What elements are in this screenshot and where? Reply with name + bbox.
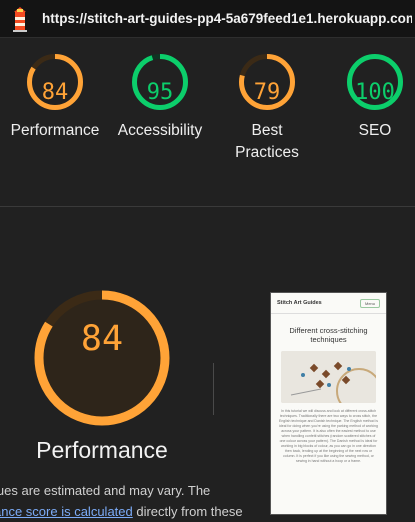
screenshot-image <box>281 351 376 403</box>
gauge-label: Accessibility <box>117 122 203 139</box>
description-line: lues are estimated and may vary. The <box>0 483 211 498</box>
report-header: https://stitch-art-guides-pp4-5a679feed1… <box>0 0 415 38</box>
category-gauges: 84 Performance 95 Accessibility 79 Best … <box>0 38 415 206</box>
gauge-accessibility[interactable]: 95 Accessibility <box>105 52 215 142</box>
performance-description: lues are estimated and may vary. The anc… <box>0 481 262 522</box>
gauge-score: 79 <box>253 80 281 105</box>
gauge-score: 95 <box>146 80 174 105</box>
description-text: directly from these <box>132 504 243 519</box>
gauge-score: 84 <box>41 80 69 105</box>
screenshot-body: In this tutorial we will discuss and loo… <box>279 409 378 463</box>
performance-title: Performance <box>36 437 168 463</box>
performance-score: 84 <box>80 319 124 359</box>
description-line: ance score is calculated directly from t… <box>0 502 262 522</box>
page-url[interactable]: https://stitch-art-guides-pp4-5a679feed1… <box>42 11 412 26</box>
gauge-score: 100 <box>355 80 395 105</box>
score-calculator-link[interactable]: ance score is calculated <box>0 504 133 519</box>
gauge-label: SEO <box>358 122 392 139</box>
section-divider <box>0 206 415 207</box>
screenshot-nav: Stitch Art Guides Menu <box>271 293 386 314</box>
gauge-label: Performance <box>10 122 100 139</box>
screenshot-menu-button: Menu <box>359 298 380 308</box>
gauge-label: Best Practices <box>235 122 299 161</box>
gauge-seo[interactable]: 100 SEO <box>320 52 415 142</box>
gauge-best-practices[interactable]: 79 Best Practices <box>212 52 322 164</box>
screenshot-brand: Stitch Art Guides <box>277 300 322 306</box>
lighthouse-icon <box>13 7 27 32</box>
final-screenshot[interactable]: Stitch Art Guides Menu Different cross-s… <box>270 292 387 515</box>
gauge-performance[interactable]: 84 Performance <box>0 52 110 142</box>
vertical-divider <box>213 363 214 415</box>
screenshot-heading: Different cross-stitching techniques <box>289 326 368 344</box>
